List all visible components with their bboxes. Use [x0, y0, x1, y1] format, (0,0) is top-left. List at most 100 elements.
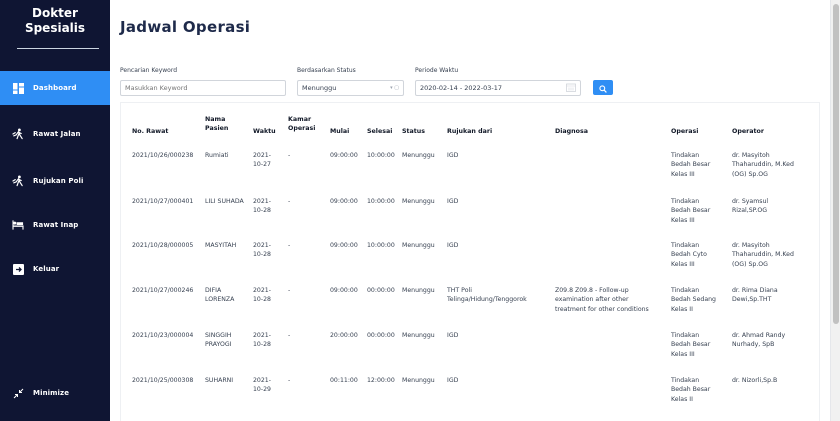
minimize-button[interactable]: Minimize: [0, 376, 110, 410]
brand-line-1: Dokter: [32, 6, 78, 20]
cell-operator: dr. Rima Diana Dewi,Sp.THT: [732, 286, 778, 305]
cell-mulai: 00:11:00: [330, 377, 358, 384]
cell-line: Kelas II: [671, 395, 693, 403]
sidebar-item-rawat-jalan[interactable]: Rawat Jalan: [0, 117, 110, 151]
cell-line: (OG) Sp.OG: [732, 260, 768, 268]
cell-rujukan: THT Poli Telinga/Hidung/Tenggorok: [447, 286, 527, 305]
cell-operator: dr. Masyitoh Thaharuddin, M.Ked (OG) Sp.OG: [732, 151, 794, 179]
table-row[interactable]: 2021/10/27/000401 LILI SUHADA 2021- 10-28 - 0…: [121, 197, 819, 241]
cell-mulai: 20:00:00: [330, 332, 358, 339]
cell-no-rawat: 2021/10/28/000005: [132, 242, 194, 249]
table-row[interactable]: 2021/10/27/000246 DIFIA LORENZA 2021- 10-28 -…: [121, 286, 819, 330]
cell-line: Tindakan: [671, 332, 700, 339]
header-nama-pasien-line2: Pasien: [205, 125, 229, 132]
cell-mulai: 09:00:00: [330, 198, 358, 205]
cell-line: Z09.8 Z09.8 - Follow-up: [555, 287, 629, 294]
cell-waktu: 2021- 10-28: [253, 286, 271, 305]
cell-line: Bedah Sedang: [671, 296, 716, 304]
cell-line: (OG) Sp.OG: [732, 170, 768, 178]
sidebar-item-dashboard[interactable]: Dashboard: [0, 71, 110, 105]
cell-nama: SINGGIH PRAYOGI: [205, 331, 231, 350]
keyword-search-field[interactable]: [120, 80, 286, 96]
cell-operator: dr. Ahmad Randy Nurhady, SpB: [732, 331, 785, 350]
cell-rujukan: IGD: [447, 331, 458, 340]
cell-no-rawat: 2021/10/27/000401: [132, 198, 194, 205]
cell-selesai: 00:00:00: [367, 332, 395, 339]
period-value: 2020-02-14 - 2022-03-17: [420, 84, 503, 92]
sidebar-item-label: Rawat Inap: [33, 221, 79, 229]
cell-line: Bedah Besar: [671, 161, 711, 169]
cell-operasi: Tindakan Bedah Besar Kelas III: [671, 197, 710, 225]
cell-line: dr. Masyitoh: [732, 242, 770, 249]
scrollbar-thumb[interactable]: [833, 4, 839, 324]
cell-operasi: Tindakan Bedah Besar Kelas III: [671, 331, 710, 359]
sidebar-item-label: Keluar: [33, 265, 60, 273]
minimize-arrows-icon: [12, 387, 24, 399]
cell-status: Menunggu: [402, 287, 435, 294]
header-waktu: Waktu: [253, 128, 276, 135]
cell-line: Bedah Besar: [671, 386, 711, 394]
cell-line: DIFIA: [205, 287, 222, 294]
cell-line: Tindakan: [671, 242, 700, 249]
cell-status: Menunggu: [402, 377, 435, 384]
sidebar-item-keluar[interactable]: Keluar: [0, 252, 110, 286]
cell-line: Tindakan: [671, 152, 700, 159]
cell-line: Thaharuddin, M.Ked: [732, 161, 794, 169]
cell-mulai: 09:00:00: [330, 242, 358, 249]
status-select[interactable]: Menunggu ▾ ▢: [297, 80, 404, 96]
cell-line: IGD: [447, 242, 459, 249]
cell-waktu: 2021- 10-28: [253, 197, 271, 216]
cell-line: 10-28: [253, 251, 271, 259]
cell-kamar: -: [288, 242, 291, 249]
cell-line: IGD: [447, 198, 459, 205]
period-date-range[interactable]: 2020-02-14 - 2022-03-17: [415, 80, 581, 96]
cell-line: Tindakan: [671, 287, 700, 294]
sidebar-item-rawat-inap[interactable]: Rawat Inap: [0, 208, 110, 242]
cell-status: Menunggu: [402, 152, 435, 159]
table-row[interactable]: 2021/10/23/000004 SINGGIH PRAYOGI 2021- 10-2…: [121, 331, 819, 375]
cell-nama: DIFIA LORENZA: [205, 286, 234, 305]
walking-person-icon: [12, 175, 24, 187]
search-icon: [599, 78, 607, 97]
cell-status: Menunggu: [402, 242, 435, 249]
cell-line: Kelas III: [671, 170, 695, 178]
table-row[interactable]: 2021/10/25/000308 SUHARNI 2021- 10-29 - 00:11…: [121, 376, 819, 420]
sidebar-item-rujukan-poli[interactable]: Rujukan Poli: [0, 164, 110, 198]
cell-line: SINGGIH: [205, 332, 232, 339]
vertical-scrollbar[interactable]: [830, 0, 840, 421]
sidebar-item-label: Rawat Jalan: [33, 130, 81, 138]
cell-kamar: -: [288, 152, 291, 159]
cell-line: Bedah Cyto: [671, 251, 707, 259]
table-row[interactable]: 2021/10/26/000238 Rumiati 2021- 10-27 - 09:00…: [121, 151, 819, 195]
cell-line: dr. Rima Diana: [732, 287, 778, 294]
cell-line: 2021-: [253, 198, 271, 205]
cell-nama: SUHARNI: [205, 376, 233, 385]
header-kamar-operasi: Kamar Operasi: [288, 115, 315, 133]
sidebar-item-label: Dashboard: [33, 84, 77, 92]
cell-nama: Rumiati: [205, 151, 229, 160]
header-operasi: Operasi: [671, 128, 699, 135]
search-input[interactable]: [125, 84, 281, 92]
brand-title: Dokter Spesialis: [0, 6, 110, 36]
cell-line: IGD: [447, 152, 459, 159]
cell-no-rawat: 2021/10/27/000246: [132, 287, 194, 294]
cell-line: examination after other: [555, 296, 629, 304]
header-rujukan-dari: Rujukan dari: [447, 128, 493, 135]
cell-line: Dewi,Sp.THT: [732, 296, 772, 304]
walking-person-icon: [12, 128, 24, 140]
cell-rujukan: IGD: [447, 241, 458, 250]
search-button[interactable]: [593, 80, 613, 95]
cell-line: Rizal,SP.OG: [732, 207, 768, 215]
cell-kamar: -: [288, 332, 291, 339]
cell-nama: MASYITAH: [205, 241, 236, 250]
header-status: Status: [402, 128, 426, 135]
calendar-icon[interactable]: [566, 83, 576, 94]
cell-operasi: Tindakan Bedah Cyto Kelas III: [671, 241, 707, 269]
header-operator: Operator: [732, 128, 764, 135]
cell-nama: LILI SUHADA: [205, 197, 244, 206]
cell-line: Rumiati: [205, 152, 229, 159]
table-row[interactable]: 2021/10/28/000005 MASYITAH 2021- 10-28 - 09:0…: [121, 241, 819, 285]
page-title: Jadwal Operasi: [120, 18, 251, 36]
cell-mulai: 09:00:00: [330, 152, 358, 159]
cell-line: 2021-: [253, 242, 271, 249]
